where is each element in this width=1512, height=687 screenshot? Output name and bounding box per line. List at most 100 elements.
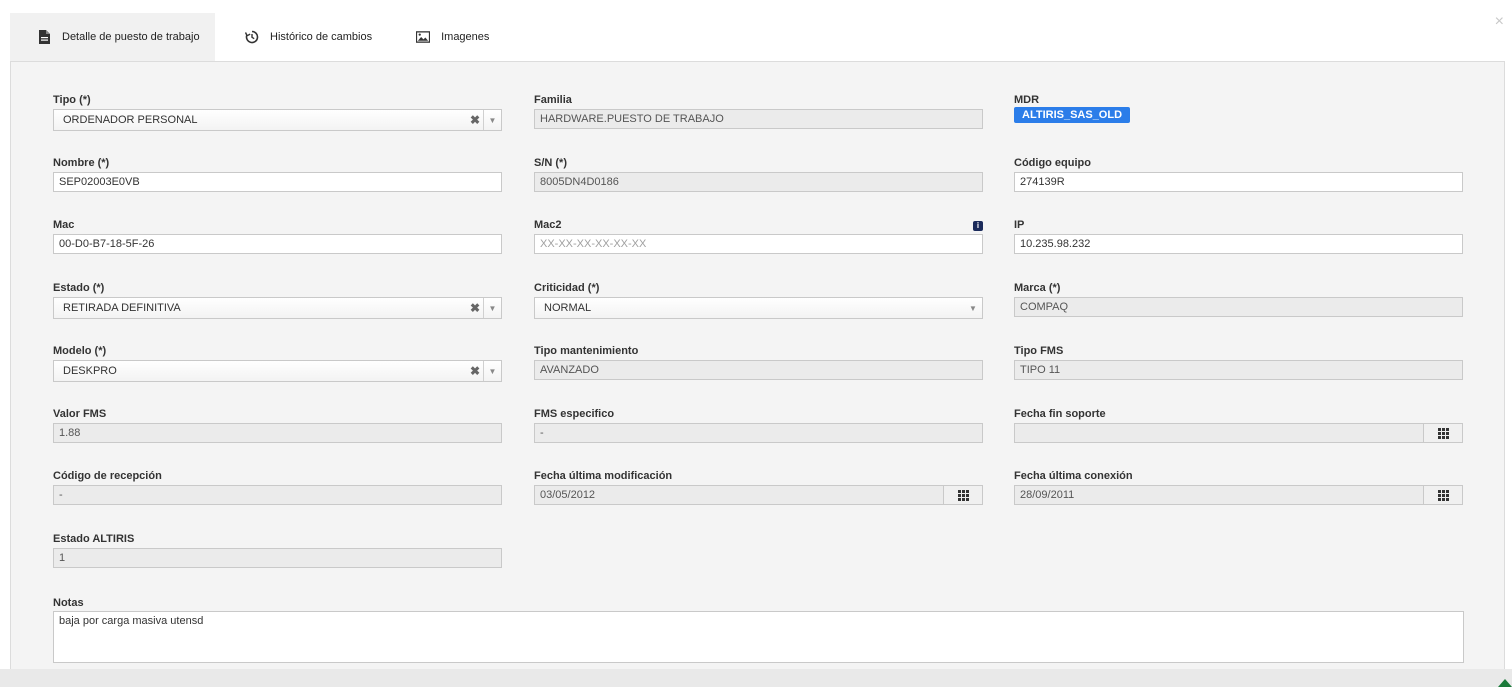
mdr-field: MDR ALTIRIS_SAS_OLD	[1014, 94, 1463, 123]
history-icon	[245, 30, 259, 44]
detail-panel: Tipo (*) ORDENADOR PERSONAL ✖ ▼ Familia …	[10, 61, 1505, 669]
modelo-value: DESKPRO	[63, 365, 117, 377]
tab-bar: Detalle de puesto de trabajo Histórico d…	[10, 13, 503, 61]
tipo-mantenimiento-field: Tipo mantenimiento AVANZADO	[534, 345, 983, 380]
document-icon	[37, 30, 51, 44]
tipo-label: Tipo (*)	[53, 94, 91, 106]
tab-detalle-label: Detalle de puesto de trabajo	[62, 31, 200, 43]
nombre-field: Nombre (*) SEP02003E0VB	[53, 157, 502, 192]
marca-field: Marca (*) COMPAQ	[1014, 282, 1463, 317]
clear-icon[interactable]: ✖	[470, 298, 480, 318]
notas-label: Notas	[53, 597, 84, 609]
familia-label: Familia	[534, 94, 572, 106]
codigo-recepcion-field: Código de recepción -	[53, 470, 502, 505]
fecha-ultima-conexion-label: Fecha última conexión	[1014, 470, 1133, 482]
ip-label: IP	[1014, 219, 1025, 231]
corner-marker-icon	[1498, 679, 1512, 687]
estado-altiris-input: 1	[53, 548, 502, 568]
mdr-badge: ALTIRIS_SAS_OLD	[1014, 107, 1131, 123]
familia-input: HARDWARE.PUESTO DE TRABAJO	[534, 109, 983, 129]
criticidad-label: Criticidad (*)	[534, 282, 600, 294]
mac-label: Mac	[53, 219, 75, 231]
sn-label: S/N (*)	[534, 157, 567, 169]
mac2-field: Mac2 i XX-XX-XX-XX-XX-XX	[534, 219, 983, 254]
estado-altiris-label: Estado ALTIRIS	[53, 533, 135, 545]
estado-altiris-field: Estado ALTIRIS 1	[53, 533, 502, 568]
notas-textarea[interactable]: baja por carga masiva utensd	[53, 611, 1464, 663]
valor-fms-label: Valor FMS	[53, 408, 107, 420]
nombre-label: Nombre (*)	[53, 157, 110, 169]
fms-especifico-label: FMS especifico	[534, 408, 615, 420]
clear-icon[interactable]: ✖	[470, 110, 480, 130]
fecha-ultima-modificacion-label: Fecha última modificación	[534, 470, 673, 482]
estado-field: Estado (*) RETIRADA DEFINITIVA ✖ ▼	[53, 282, 502, 319]
familia-field: Familia HARDWARE.PUESTO DE TRABAJO	[534, 94, 983, 129]
tab-historico-label: Histórico de cambios	[270, 31, 373, 43]
chevron-down-icon[interactable]: ▼	[483, 361, 501, 381]
mac2-input[interactable]: XX-XX-XX-XX-XX-XX	[534, 234, 983, 254]
fecha-ultima-modificacion-value: 03/05/2012	[540, 489, 596, 501]
calendar-icon[interactable]	[1423, 424, 1462, 442]
estado-label: Estado (*)	[53, 282, 105, 294]
calendar-icon[interactable]	[1423, 486, 1462, 504]
tipo-fms-label: Tipo FMS	[1014, 345, 1064, 357]
codigo-equipo-field: Código equipo 274139R	[1014, 157, 1463, 192]
fecha-ultima-conexion-input: 28/09/2011	[1014, 485, 1463, 505]
criticidad-value: NORMAL	[544, 302, 592, 314]
mac-field: Mac 00-D0-B7-18-5F-26	[53, 219, 502, 254]
tab-historico[interactable]: Histórico de cambios	[215, 13, 386, 61]
image-icon	[416, 30, 431, 44]
valor-fms-input: 1.88	[53, 423, 502, 443]
close-icon[interactable]: ×	[1495, 14, 1504, 30]
tab-imagenes-label: Imagenes	[441, 31, 490, 43]
modelo-select[interactable]: DESKPRO ✖ ▼	[53, 360, 502, 382]
ip-field: IP 10.235.98.232	[1014, 219, 1463, 254]
notas-field: Notas baja por carga masiva utensd	[53, 597, 1464, 663]
tipo-fms-field: Tipo FMS TIPO 11	[1014, 345, 1463, 380]
codigo-equipo-input[interactable]: 274139R	[1014, 172, 1463, 192]
chevron-down-icon[interactable]: ▼	[483, 298, 501, 318]
nombre-input[interactable]: SEP02003E0VB	[53, 172, 502, 192]
fecha-fin-soporte-label: Fecha fin soporte	[1014, 408, 1106, 420]
ip-input[interactable]: 10.235.98.232	[1014, 234, 1463, 254]
tipo-mantenimiento-input: AVANZADO	[534, 360, 983, 380]
codigo-equipo-label: Código equipo	[1014, 157, 1091, 169]
calendar-icon[interactable]	[943, 486, 982, 504]
fecha-ultima-conexion-value: 28/09/2011	[1020, 489, 1075, 501]
marca-label: Marca (*)	[1014, 282, 1061, 294]
fecha-ultima-modificacion-input: 03/05/2012	[534, 485, 983, 505]
fecha-fin-soporte-input	[1014, 423, 1463, 443]
tab-detalle[interactable]: Detalle de puesto de trabajo	[10, 13, 215, 61]
mac2-label: Mac2	[534, 219, 562, 231]
tipo-fms-input: TIPO 11	[1014, 360, 1463, 380]
sn-field: S/N (*) 8005DN4D0186	[534, 157, 983, 192]
clear-icon[interactable]: ✖	[470, 361, 480, 381]
bottom-bar	[0, 669, 1512, 687]
estado-select[interactable]: RETIRADA DEFINITIVA ✖ ▼	[53, 297, 502, 319]
chevron-down-icon[interactable]: ▼	[483, 110, 501, 130]
criticidad-field: Criticidad (*) NORMAL ▼	[534, 282, 983, 319]
mac-input[interactable]: 00-D0-B7-18-5F-26	[53, 234, 502, 254]
tipo-mantenimiento-label: Tipo mantenimiento	[534, 345, 639, 357]
fecha-ultima-conexion-field: Fecha última conexión 28/09/2011	[1014, 470, 1463, 505]
mdr-label: MDR	[1014, 94, 1040, 106]
modelo-label: Modelo (*)	[53, 345, 107, 357]
modelo-field: Modelo (*) DESKPRO ✖ ▼	[53, 345, 502, 382]
tab-imagenes[interactable]: Imagenes	[386, 13, 503, 61]
tipo-select[interactable]: ORDENADOR PERSONAL ✖ ▼	[53, 109, 502, 131]
codigo-recepcion-input: -	[53, 485, 502, 505]
criticidad-select[interactable]: NORMAL ▼	[534, 297, 983, 319]
tipo-value: ORDENADOR PERSONAL	[63, 114, 198, 126]
fecha-ultima-modificacion-field: Fecha última modificación 03/05/2012	[534, 470, 983, 505]
fms-especifico-field: FMS especifico -	[534, 408, 983, 443]
marca-input: COMPAQ	[1014, 297, 1463, 317]
sn-input: 8005DN4D0186	[534, 172, 983, 192]
tipo-field: Tipo (*) ORDENADOR PERSONAL ✖ ▼	[53, 94, 502, 131]
valor-fms-field: Valor FMS 1.88	[53, 408, 502, 443]
fms-especifico-input: -	[534, 423, 983, 443]
codigo-recepcion-label: Código de recepción	[53, 470, 162, 482]
info-icon[interactable]: i	[973, 221, 983, 231]
chevron-down-icon[interactable]: ▼	[964, 298, 982, 318]
estado-value: RETIRADA DEFINITIVA	[63, 302, 181, 314]
fecha-fin-soporte-field: Fecha fin soporte	[1014, 408, 1463, 443]
